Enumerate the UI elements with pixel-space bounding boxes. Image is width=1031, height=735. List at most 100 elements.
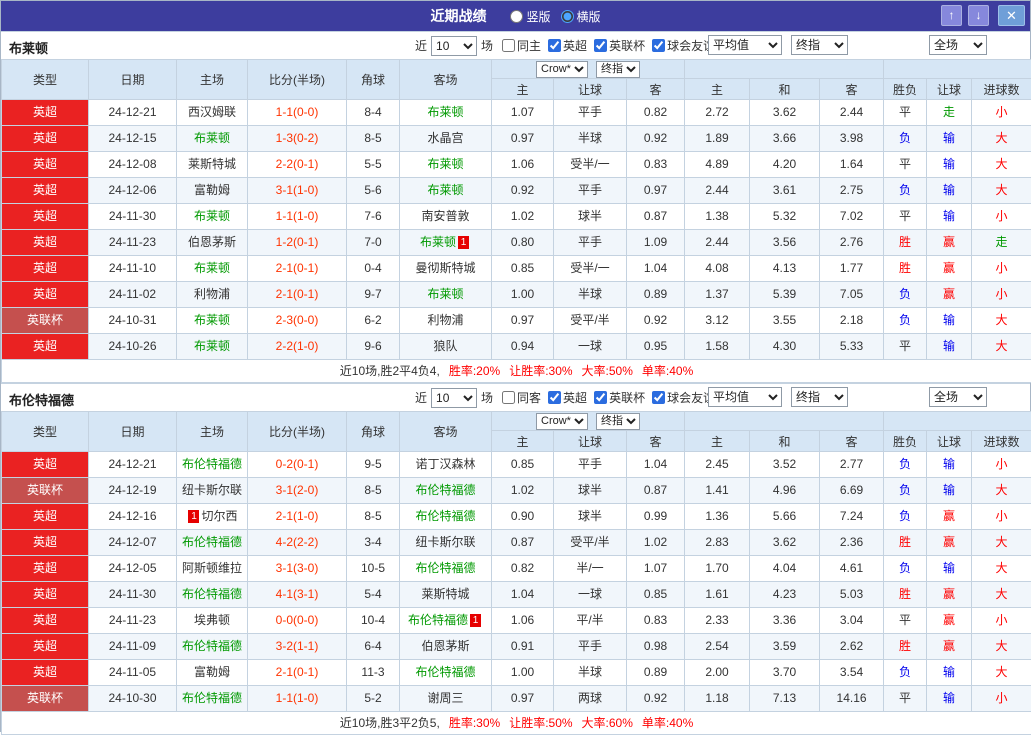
home-team-name[interactable]: 布伦特福德 <box>182 535 242 549</box>
home-team-name[interactable]: 布莱顿 <box>194 313 230 327</box>
home-team-name[interactable]: 切尔西 <box>201 509 237 523</box>
avg-home-cell: 2.54 <box>685 634 750 660</box>
away-team-name[interactable]: 莱斯特城 <box>421 587 469 601</box>
league-filter[interactable]: 英联杯 <box>594 37 645 54</box>
home-team-name[interactable]: 富勒姆 <box>194 665 230 679</box>
league-filter[interactable]: 球会友谊 <box>652 389 715 406</box>
match-filter-group: 近10场同主英超英联杯球会友谊 <box>413 35 715 56</box>
date-cell: 24-12-05 <box>89 556 177 582</box>
away-team-name[interactable]: 南安普敦 <box>421 209 469 223</box>
away-team-name[interactable]: 伯恩茅斯 <box>421 639 469 653</box>
scope-select[interactable]: 全场 <box>929 35 987 55</box>
odds-source-select[interactable]: Crow* <box>536 413 588 430</box>
home-team-name[interactable]: 布莱顿 <box>194 209 230 223</box>
home-team-name[interactable]: 埃弗顿 <box>194 613 230 627</box>
away-team-name[interactable]: 布伦特福德 <box>415 561 475 575</box>
down-arrow-icon: ↓ <box>976 8 982 22</box>
odds-source-select[interactable]: Crow* <box>536 61 588 78</box>
same-venue-filter[interactable]: 同主 <box>502 37 541 54</box>
away-team-name[interactable]: 布莱顿 <box>427 183 463 197</box>
home-team-name[interactable]: 布莱顿 <box>194 131 230 145</box>
away-team-name[interactable]: 布莱顿 <box>420 235 456 249</box>
league-filter-checkbox[interactable] <box>652 391 665 404</box>
league-filter-checkbox[interactable] <box>594 39 607 52</box>
scope-select[interactable]: 全场 <box>929 387 987 407</box>
away-team-name[interactable]: 曼彻斯特城 <box>415 261 475 275</box>
column-header: 比分(半场) <box>248 412 347 452</box>
away-team-cell: 狼队 <box>400 334 492 360</box>
summary-stat: 单率:40% <box>642 364 693 378</box>
away-team-name[interactable]: 布伦特福德 <box>415 483 475 497</box>
avg-type-select[interactable]: 平均值 <box>708 387 782 407</box>
home-team-name[interactable]: 利物浦 <box>194 287 230 301</box>
handicap-result-cell: 输 <box>927 556 972 582</box>
close-button[interactable]: ✕ <box>998 5 1025 26</box>
same-venue-checkbox[interactable] <box>502 391 515 404</box>
corners-cell: 0-4 <box>347 256 400 282</box>
match-row: 英超24-12-06富勒姆3-1(1-0)5-6布莱顿0.92平手0.972.4… <box>2 178 1031 204</box>
away-team-name[interactable]: 布莱顿 <box>427 105 463 119</box>
match-count-select[interactable]: 10 <box>431 388 477 408</box>
league-filter[interactable]: 英超 <box>548 389 587 406</box>
away-team-name[interactable]: 狼队 <box>433 339 457 353</box>
odds-final-select[interactable]: 终指 <box>596 61 640 78</box>
avg-final-select[interactable]: 终指 <box>791 387 848 407</box>
home-team-name[interactable]: 布莱顿 <box>194 339 230 353</box>
avg-draw-cell: 4.20 <box>750 152 820 178</box>
home-team-name[interactable]: 莱斯特城 <box>188 157 236 171</box>
move-down-button[interactable]: ↓ <box>968 5 989 26</box>
match-count-select[interactable]: 10 <box>431 36 477 56</box>
away-team-name[interactable]: 纽卡斯尔联 <box>415 535 475 549</box>
away-team-name[interactable]: 布伦特福德 <box>415 509 475 523</box>
home-team-name[interactable]: 阿斯顿维拉 <box>182 561 242 575</box>
avg-type-select[interactable]: 平均值 <box>708 35 782 55</box>
layout-option-horizontal[interactable]: 横版 <box>561 8 601 25</box>
same-venue-checkbox[interactable] <box>502 39 515 52</box>
home-team-name[interactable]: 西汉姆联 <box>188 105 236 119</box>
odds-final-select[interactable]: 终指 <box>596 413 640 430</box>
league-filter-checkbox[interactable] <box>548 391 561 404</box>
league-filter[interactable]: 英联杯 <box>594 389 645 406</box>
corners-cell: 7-6 <box>347 204 400 230</box>
home-odds-cell: 1.04 <box>492 582 554 608</box>
league-filter-checkbox[interactable] <box>548 39 561 52</box>
home-odds-cell: 0.97 <box>492 686 554 712</box>
column-header: 胜负 <box>884 79 927 100</box>
column-header: 类型 <box>2 60 89 100</box>
corners-cell: 9-7 <box>347 282 400 308</box>
home-team-name[interactable]: 布伦特福德 <box>182 457 242 471</box>
vertical-layout-radio[interactable] <box>510 10 523 23</box>
handicap-cell: 一球 <box>554 582 627 608</box>
handicap-result-cell: 输 <box>927 126 972 152</box>
away-team-name[interactable]: 布莱顿 <box>427 157 463 171</box>
goals-result-cell: 小 <box>972 100 1031 126</box>
away-team-name[interactable]: 布莱顿 <box>427 287 463 301</box>
league-filter-checkbox[interactable] <box>652 39 665 52</box>
home-team-name[interactable]: 布伦特福德 <box>182 587 242 601</box>
avg-away-cell: 3.54 <box>820 660 884 686</box>
score-cell: 1-3(0-2) <box>248 126 347 152</box>
avg-away-cell: 7.05 <box>820 282 884 308</box>
home-team-cell: 布莱顿 <box>177 126 248 152</box>
home-team-name[interactable]: 布莱顿 <box>194 261 230 275</box>
away-team-name[interactable]: 谢周三 <box>427 691 463 705</box>
away-team-name[interactable]: 诺丁汉森林 <box>415 457 475 471</box>
home-team-name[interactable]: 布伦特福德 <box>182 639 242 653</box>
league-filter[interactable]: 球会友谊 <box>652 37 715 54</box>
league-filter[interactable]: 英超 <box>548 37 587 54</box>
horizontal-layout-radio[interactable] <box>561 10 574 23</box>
move-up-button[interactable]: ↑ <box>941 5 962 26</box>
league-filter-checkbox[interactable] <box>594 391 607 404</box>
home-team-name[interactable]: 伯恩茅斯 <box>188 235 236 249</box>
same-venue-filter[interactable]: 同客 <box>502 389 541 406</box>
away-team-name[interactable]: 水晶宫 <box>427 131 463 145</box>
away-team-name[interactable]: 利物浦 <box>427 313 463 327</box>
away-team-name[interactable]: 布伦特福德 <box>408 613 468 627</box>
corners-cell: 3-4 <box>347 530 400 556</box>
avg-final-select[interactable]: 终指 <box>791 35 848 55</box>
home-team-name[interactable]: 布伦特福德 <box>182 691 242 705</box>
away-team-name[interactable]: 布伦特福德 <box>415 665 475 679</box>
home-team-name[interactable]: 纽卡斯尔联 <box>182 483 242 497</box>
layout-option-vertical[interactable]: 竖版 <box>510 8 550 25</box>
home-team-name[interactable]: 富勒姆 <box>194 183 230 197</box>
